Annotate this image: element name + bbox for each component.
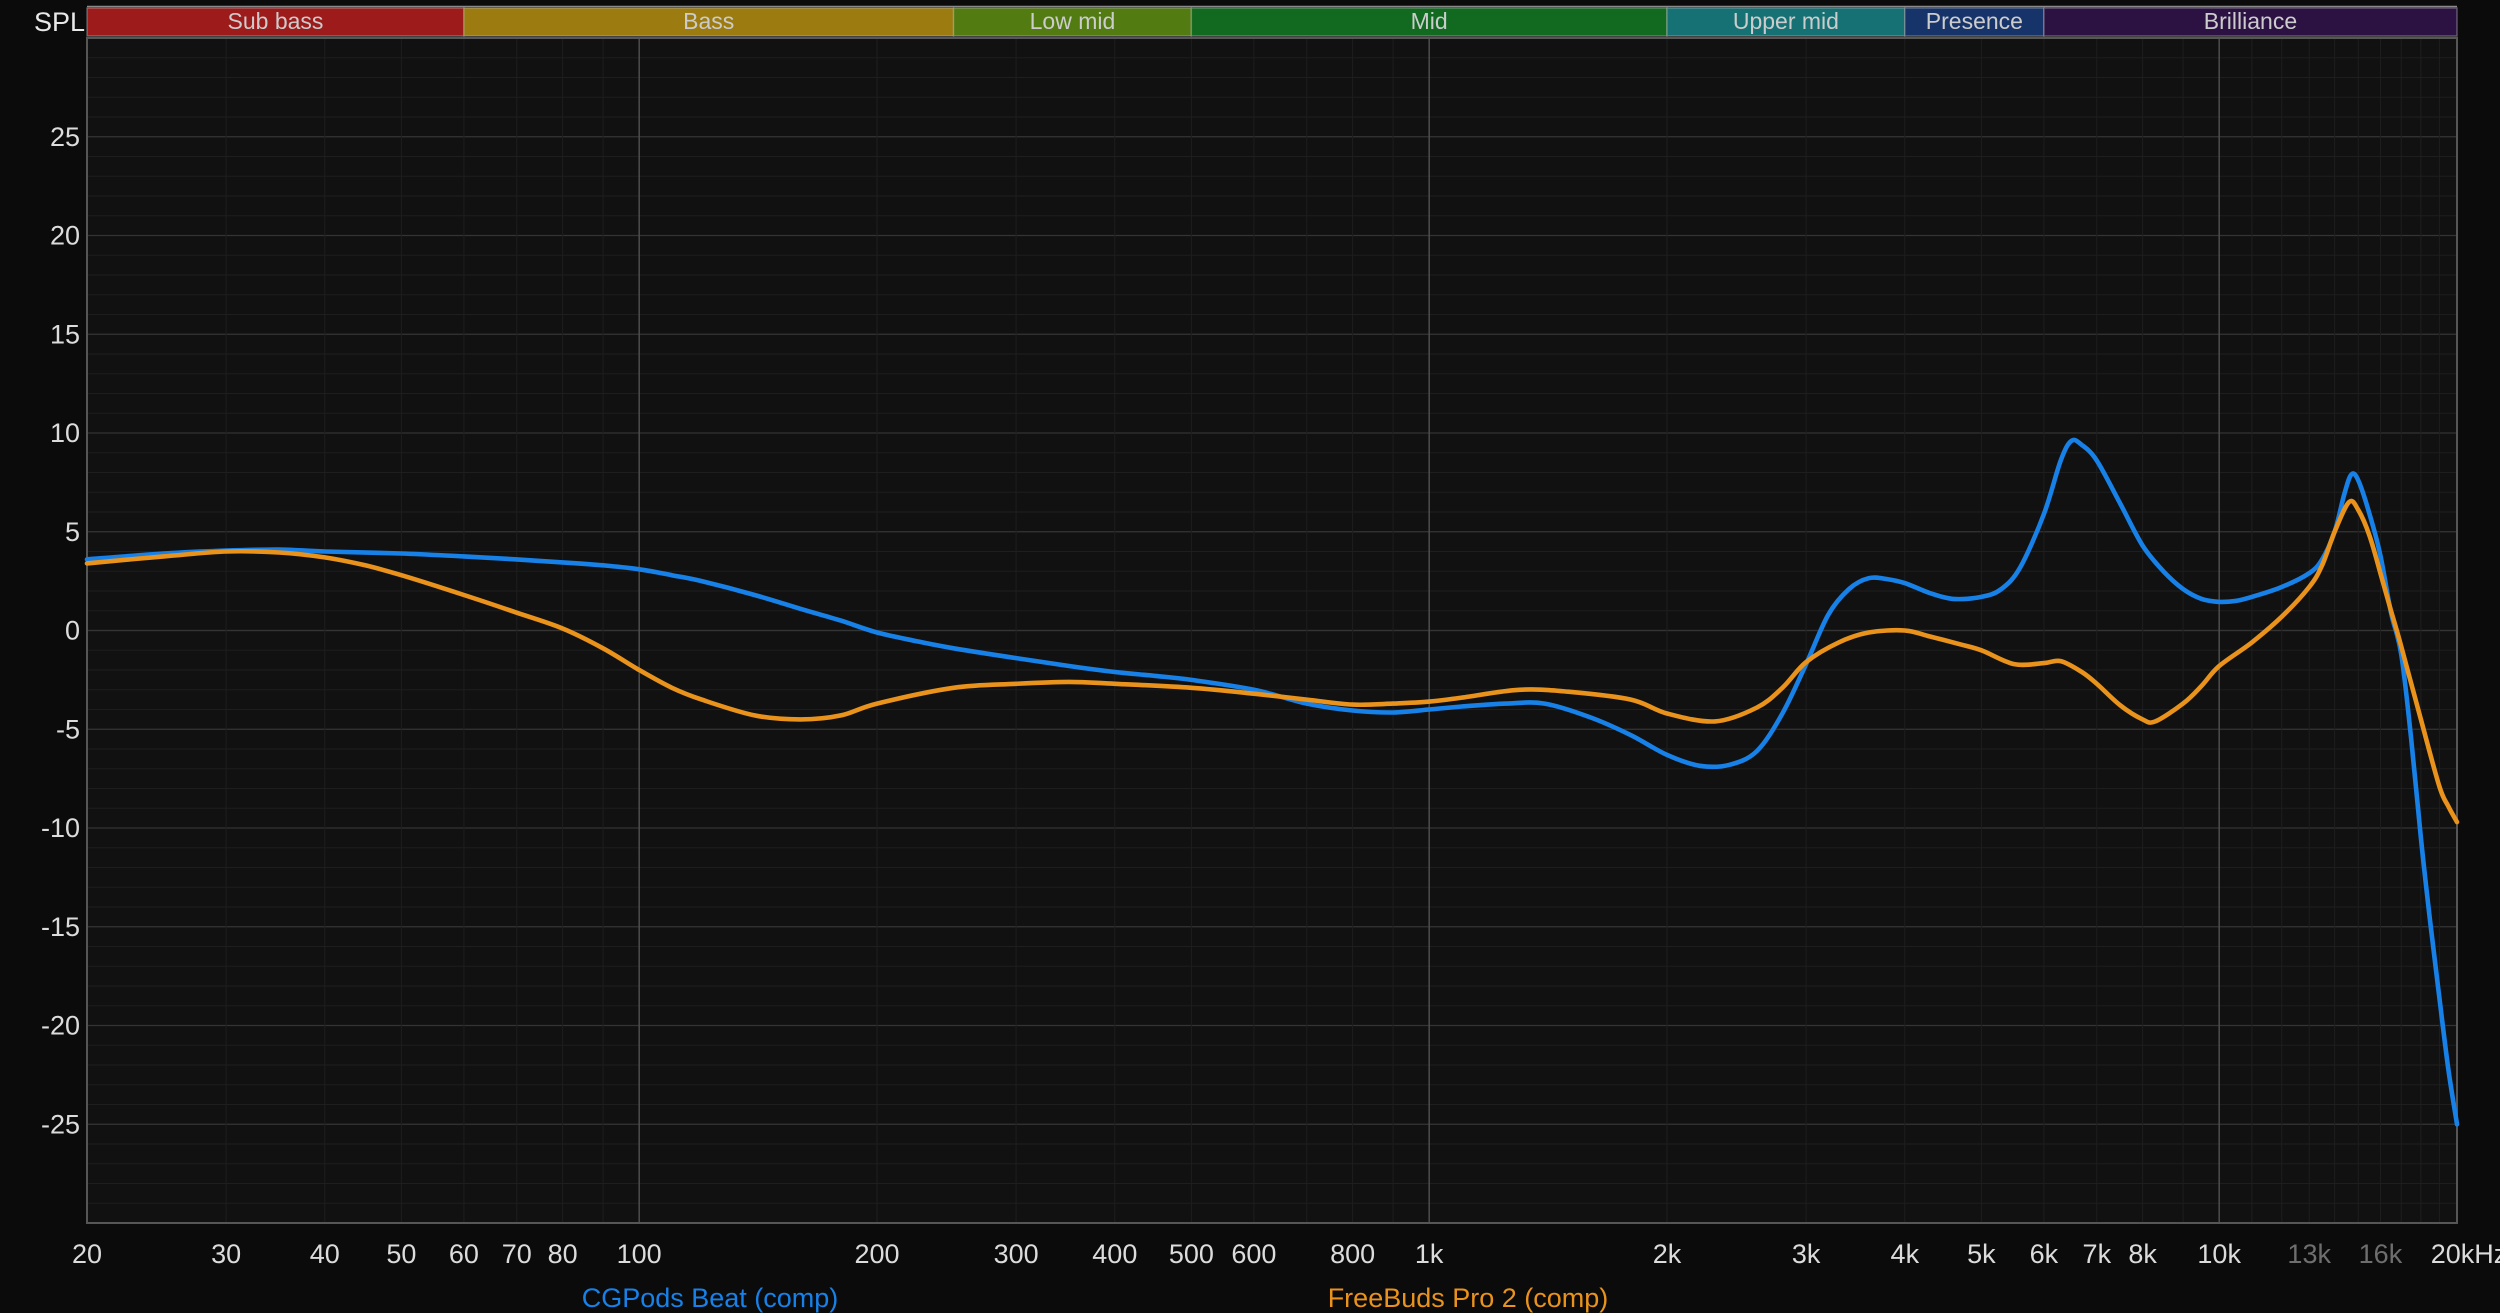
x-tick-label: 2k — [1653, 1239, 1682, 1269]
frequency-response-app: Sub bass Bass Low mid Mid Upper mid Presence B… — [0, 0, 2500, 1313]
x-tick-label: 200 — [854, 1239, 899, 1269]
gridlines — [87, 38, 2457, 1223]
x-tick-label: 20 — [72, 1239, 102, 1269]
legend-cgpods-beat[interactable]: CGPods Beat (comp) — [582, 1283, 839, 1313]
x-tick-label: 500 — [1169, 1239, 1214, 1269]
x-tick-label: 50 — [386, 1239, 416, 1269]
x-tick-label: 30 — [211, 1239, 241, 1269]
band-label: Mid — [1411, 8, 1448, 34]
legend: CGPods Beat (comp) FreeBuds Pro 2 (comp) — [582, 1283, 1609, 1313]
y-tick-label: 10 — [50, 418, 80, 448]
x-tick-label: 10k — [2197, 1239, 2241, 1269]
y-tick-label: 5 — [65, 517, 80, 547]
y-axis-tick-labels: 25 20 15 10 5 0 -5 -10 -15 -20 -25 — [41, 122, 80, 1140]
y-tick-label: -15 — [41, 912, 80, 942]
y-tick-label: 20 — [50, 221, 80, 251]
x-tick-label: 20kHz — [2431, 1239, 2500, 1269]
frequency-response-chart: Sub bass Bass Low mid Mid Upper mid Presence B… — [34, 5, 2500, 1313]
frequency-band-bar: Sub bass Bass Low mid Mid Upper mid Presence B… — [86, 5, 2458, 37]
x-tick-label: 40 — [310, 1239, 340, 1269]
band-label: Presence — [1926, 8, 2023, 34]
x-tick-label: 60 — [449, 1239, 479, 1269]
x-tick-label: 16k — [2359, 1239, 2403, 1269]
x-tick-label: 6k — [2030, 1239, 2059, 1269]
band-label: Upper mid — [1733, 8, 1839, 34]
x-tick-label: 800 — [1330, 1239, 1375, 1269]
band-label: Low mid — [1030, 8, 1116, 34]
x-tick-label: 4k — [1891, 1239, 1920, 1269]
y-tick-label: -10 — [41, 813, 80, 843]
y-tick-label: -20 — [41, 1011, 80, 1041]
band-label: Sub bass — [228, 8, 324, 34]
x-tick-label: 5k — [1967, 1239, 1996, 1269]
x-tick-label: 300 — [994, 1239, 1039, 1269]
band-label: Bass — [683, 8, 734, 34]
x-tick-label: 1k — [1415, 1239, 1444, 1269]
x-tick-label: 70 — [502, 1239, 532, 1269]
x-tick-label: 13k — [2287, 1239, 2331, 1269]
band-label: Brilliance — [2204, 8, 2297, 34]
x-tick-label: 7k — [2083, 1239, 2112, 1269]
x-tick-label: 100 — [617, 1239, 662, 1269]
x-tick-label: 80 — [548, 1239, 578, 1269]
y-tick-label: -25 — [41, 1109, 80, 1139]
x-tick-label: 3k — [1792, 1239, 1821, 1269]
y-tick-label: 0 — [65, 616, 80, 646]
x-tick-label: 8k — [2128, 1239, 2157, 1269]
legend-freebuds-pro-2[interactable]: FreeBuds Pro 2 (comp) — [1328, 1283, 1609, 1313]
y-tick-label: 15 — [50, 319, 80, 349]
x-tick-label: 600 — [1231, 1239, 1276, 1269]
x-tick-label: 400 — [1092, 1239, 1137, 1269]
y-tick-label: -5 — [56, 714, 80, 744]
y-tick-label: 25 — [50, 122, 80, 152]
x-axis-tick-labels: 20 30 40 50 60 70 80 100 200 300 400 500 600 800 1k 2k 3… — [72, 1239, 2500, 1269]
spl-axis-title: SPL — [34, 7, 85, 37]
